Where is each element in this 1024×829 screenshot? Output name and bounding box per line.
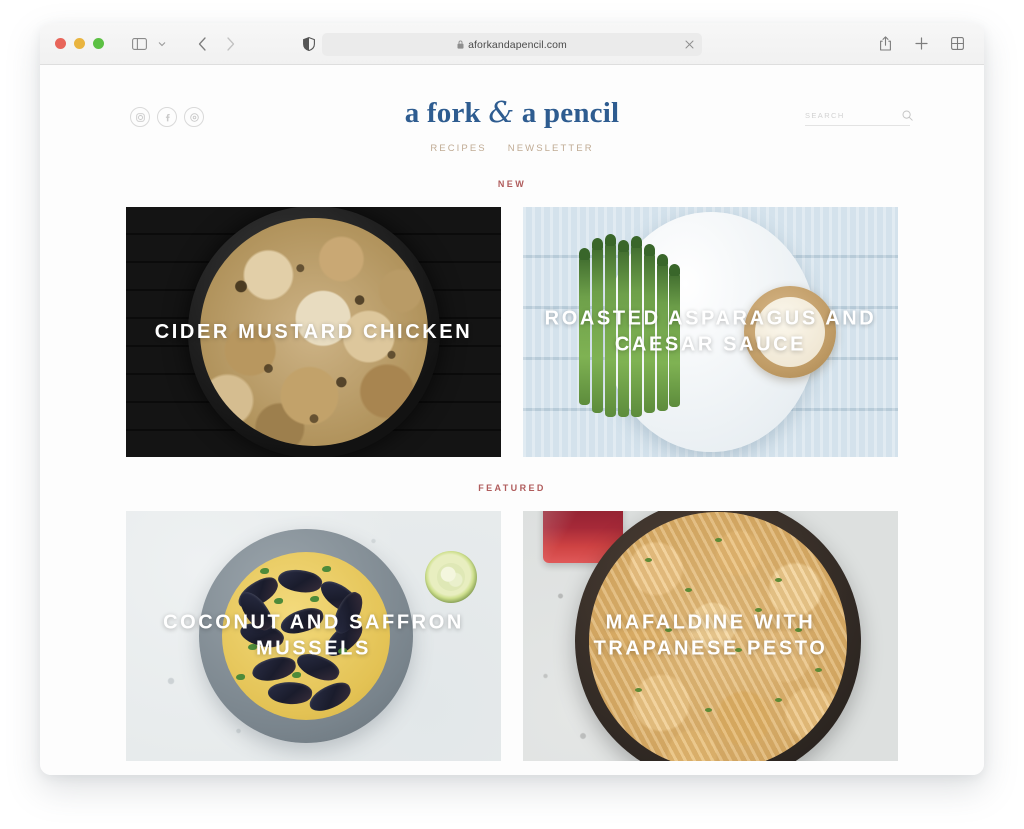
window-controls — [55, 38, 104, 49]
search-input[interactable] — [805, 111, 902, 120]
search-box[interactable] — [805, 110, 913, 126]
card-grid-featured: COCONUT AND SAFFRON MUSSELS MAFALDINE WI… — [40, 511, 984, 761]
back-icon[interactable] — [189, 31, 215, 57]
logo-text-after: a pencil — [514, 97, 620, 129]
new-tab-icon[interactable] — [908, 31, 934, 57]
chevron-down-icon[interactable] — [149, 31, 175, 57]
nav-item-recipes[interactable]: RECIPES — [430, 143, 486, 154]
maximize-window-button[interactable] — [93, 38, 104, 49]
recipe-card-title: CIDER MUSTARD CHICKEN — [154, 320, 473, 343]
section-label-new: NEW — [497, 179, 527, 189]
share-icon[interactable] — [872, 31, 898, 57]
recipe-card-coconut-saffron-mussels[interactable]: COCONUT AND SAFFRON MUSSELS — [126, 511, 501, 761]
search-icon[interactable] — [902, 110, 913, 121]
browser-toolbar: aforkandapencil.com — [40, 23, 984, 65]
recipe-card-title: ROASTED ASPARAGUS AND CAESAR SAUCE — [544, 307, 877, 356]
recipe-card-cider-mustard-chicken[interactable]: CIDER MUSTARD CHICKEN — [126, 207, 501, 457]
close-window-button[interactable] — [55, 38, 66, 49]
site-header: a fork & a pencil — [40, 65, 984, 137]
toolbar-right-group — [872, 31, 970, 57]
main-nav: RECIPES NEWSLETTER — [40, 143, 984, 154]
address-bar[interactable]: aforkandapencil.com — [322, 33, 702, 56]
recipe-card-title: MAFALDINE WITH TRAPANESE PESTO — [593, 611, 828, 660]
shield-icon[interactable] — [296, 31, 322, 57]
browser-window: aforkandapencil.com a fork & a pencil SE… — [40, 23, 984, 775]
navigation-controls — [104, 31, 243, 57]
recipe-card-mafaldine-trapanese-pesto[interactable]: MAFALDINE WITH TRAPANESE PESTO — [523, 511, 898, 761]
url-text: aforkandapencil.com — [468, 38, 567, 51]
tab-overview-icon[interactable] — [944, 31, 970, 57]
logo-ampersand: & — [488, 95, 515, 129]
minimize-window-button[interactable] — [74, 38, 85, 49]
page-content: a fork & a pencil RECIPES NEWSLETTER NEW — [40, 65, 984, 775]
logo-text-before: a fork — [404, 97, 489, 129]
clear-icon[interactable] — [685, 40, 694, 49]
recipe-card-title: COCONUT AND SAFFRON MUSSELS — [163, 611, 464, 660]
lock-icon — [457, 40, 464, 49]
card-grid-new: CIDER MUSTARD CHICKEN ROASTED ASPARAGUS … — [40, 207, 984, 457]
nav-item-newsletter[interactable]: NEWSLETTER — [508, 143, 594, 154]
recipe-card-roasted-asparagus[interactable]: ROASTED ASPARAGUS AND CAESAR SAUCE — [523, 207, 898, 457]
forward-icon[interactable] — [217, 31, 243, 57]
section-label-featured: FEATURED — [478, 483, 546, 493]
